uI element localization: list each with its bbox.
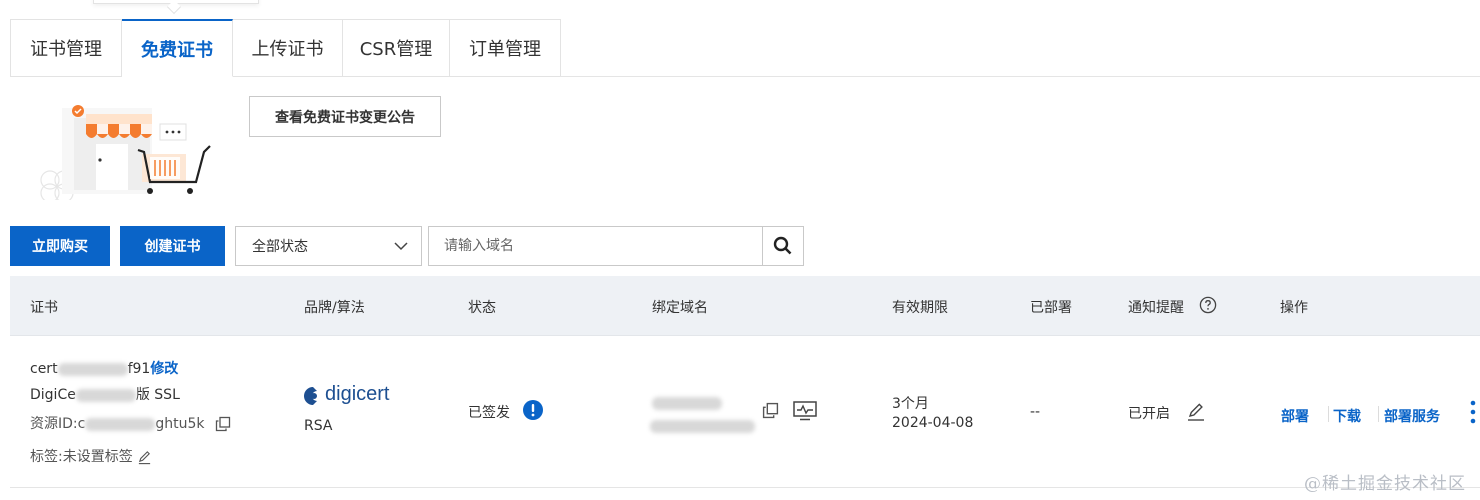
buy-now-button[interactable]: 立即购买 bbox=[10, 226, 110, 266]
header-actions: 操作 bbox=[1280, 300, 1308, 316]
status-text: 已签发 bbox=[468, 405, 510, 421]
deploy-service-link[interactable]: 部署服务 bbox=[1384, 406, 1440, 426]
search-button[interactable] bbox=[762, 227, 803, 265]
header-cert: 证书 bbox=[30, 300, 58, 316]
header-status: 状态 bbox=[468, 300, 496, 316]
tabs-divider bbox=[560, 76, 1480, 77]
cert-tags: 标签:未设置标签 bbox=[30, 446, 152, 466]
search-icon bbox=[773, 236, 792, 255]
resource-id: 资源ID:c ghtu5k bbox=[30, 413, 231, 433]
redacted-text bbox=[75, 388, 136, 402]
notify-status: 已开启 bbox=[1128, 406, 1170, 422]
action-separator bbox=[1378, 406, 1379, 422]
deployed-count: -- bbox=[1030, 404, 1041, 420]
status-select-value: 全部状态 bbox=[252, 239, 308, 255]
cert-name: cert f91修改 bbox=[30, 361, 179, 377]
create-cert-button[interactable]: 创建证书 bbox=[120, 226, 225, 266]
header-notify: 通知提醒 bbox=[1128, 300, 1184, 316]
edit-name-link[interactable]: 修改 bbox=[150, 361, 178, 377]
digicert-logo: digicert bbox=[303, 383, 404, 412]
table-header: 证书 品牌/算法 状态 绑定域名 有效期限 已部署 通知提醒 操作 bbox=[10, 276, 1480, 336]
domain-search-input[interactable] bbox=[429, 227, 762, 265]
shop-illustration bbox=[40, 105, 211, 200]
watermark: @稀土掘金技术社区 bbox=[1304, 474, 1466, 494]
copy-domain-icon[interactable] bbox=[762, 402, 779, 419]
header-brand: 品牌/算法 bbox=[304, 300, 365, 316]
info-alert-icon[interactable] bbox=[523, 400, 543, 420]
status-select[interactable]: 全部状态 bbox=[235, 226, 422, 266]
redacted-domain-1 bbox=[652, 397, 722, 410]
table-row: cert f91修改 DigiCe 版 SSL 资源ID:c ghtu5k 标签:未设… bbox=[10, 336, 1480, 488]
page: 证书管理 免费证书 上传证书 CSR管理 订单管理 查看免费证书变更公告 立即购… bbox=[0, 0, 1480, 500]
algorithm: RSA bbox=[304, 418, 333, 434]
chevron-down-icon bbox=[394, 242, 408, 251]
deploy-link[interactable]: 部署 bbox=[1281, 406, 1309, 426]
more-actions-icon[interactable] bbox=[1469, 400, 1477, 424]
redacted-domain-2 bbox=[650, 420, 755, 433]
tab-bar: 证书管理 免费证书 上传证书 CSR管理 订单管理 bbox=[10, 19, 561, 77]
header-domain: 绑定域名 bbox=[652, 300, 708, 316]
tab-upload-cert[interactable]: 上传证书 bbox=[233, 19, 343, 77]
edit-notify-icon[interactable] bbox=[1186, 402, 1206, 422]
help-icon[interactable] bbox=[1199, 296, 1217, 314]
action-separator bbox=[1328, 406, 1329, 422]
validity-period: 3个月 bbox=[892, 396, 929, 412]
domain-search bbox=[428, 226, 804, 266]
tab-csr-management[interactable]: CSR管理 bbox=[343, 19, 450, 77]
change-notice-button[interactable]: 查看免费证书变更公告 bbox=[249, 96, 441, 137]
download-link[interactable]: 下载 bbox=[1333, 406, 1361, 426]
header-deployed: 已部署 bbox=[1030, 300, 1072, 316]
monitor-icon[interactable] bbox=[792, 400, 818, 422]
tab-free-cert[interactable]: 免费证书 bbox=[122, 19, 233, 77]
validity-date: 2024-04-08 bbox=[892, 415, 974, 431]
header-validity: 有效期限 bbox=[892, 300, 948, 316]
redacted-text bbox=[85, 417, 156, 431]
redacted-text bbox=[57, 362, 128, 376]
tab-cert-management[interactable]: 证书管理 bbox=[10, 19, 122, 77]
copy-icon[interactable] bbox=[215, 416, 231, 432]
edit-tag-icon[interactable] bbox=[137, 450, 152, 465]
cert-product: DigiCe 版 SSL bbox=[30, 387, 180, 403]
tab-order-management[interactable]: 订单管理 bbox=[450, 19, 561, 77]
